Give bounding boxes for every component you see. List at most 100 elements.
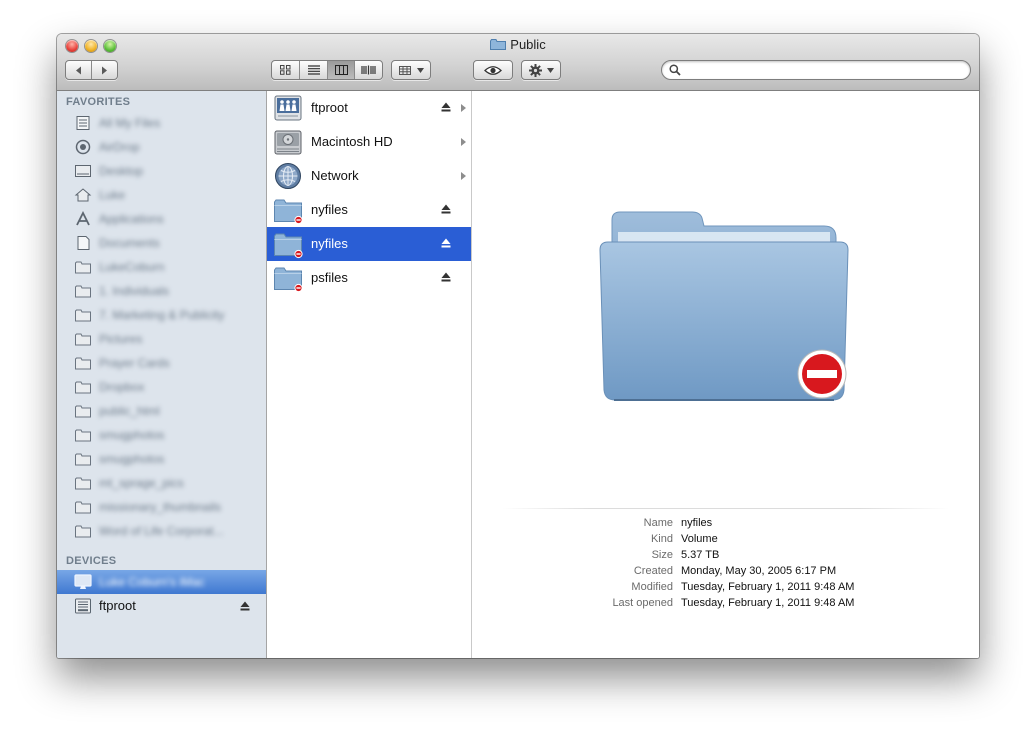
search-input[interactable] — [686, 63, 960, 79]
folder-icon — [75, 357, 91, 370]
sidebar-item-favorite[interactable]: Dropbox — [57, 375, 266, 399]
sidebar-item-favorite[interactable]: public_html — [57, 399, 266, 423]
eject-icon[interactable] — [441, 238, 451, 248]
icon-view-button[interactable] — [272, 61, 299, 79]
column-item-macintosh-hd[interactable]: Macintosh HD — [267, 125, 471, 159]
sidebar-item-favorite[interactable]: smugphotos — [57, 447, 266, 471]
folder-icon — [490, 39, 507, 50]
airdrop-icon — [75, 139, 91, 155]
sidebar-item-label: Documents — [99, 236, 160, 250]
sidebar-item-label: 1. Individuals — [99, 284, 170, 298]
column-item-network[interactable]: Network — [267, 159, 471, 193]
column-item-ftproot[interactable]: ftproot — [267, 91, 471, 125]
column-item-nyfiles-selected[interactable]: nyfiles — [267, 227, 471, 261]
column-item-label: Macintosh HD — [311, 134, 393, 149]
column-item-psfiles[interactable]: psfiles — [267, 261, 471, 295]
disclosure-arrow-icon — [461, 104, 466, 112]
sidebar-item-favorite[interactable]: Desktop — [57, 159, 266, 183]
info-row: Name nyfiles — [472, 517, 979, 533]
sidebar-item-label: Applications — [99, 212, 164, 226]
folder-icon — [75, 525, 91, 538]
chevron-down-icon — [546, 67, 554, 73]
window-title: Public — [57, 37, 979, 52]
back-button[interactable] — [66, 61, 91, 79]
column-item-label: nyfiles — [311, 202, 348, 217]
network-globe-icon — [275, 163, 301, 189]
restricted-folder-icon — [274, 233, 303, 259]
folder-icon — [75, 381, 91, 394]
sidebar-item-favorite[interactable]: 1. Individuals — [57, 279, 266, 303]
view-mode-control — [271, 60, 383, 80]
info-label: Created — [633, 565, 673, 577]
column-view-button[interactable] — [326, 61, 355, 79]
column-item-label: psfiles — [311, 270, 348, 285]
sidebar-item-label: AirDrop — [99, 140, 140, 154]
network-share-icon — [274, 95, 302, 121]
folder-icon — [75, 429, 91, 442]
sidebar-item-label: smugphotos — [99, 452, 165, 466]
info-value: Volume — [681, 533, 718, 545]
sidebar-item-favorite[interactable]: Documents — [57, 231, 266, 255]
column-item-nyfiles[interactable]: nyfiles — [267, 193, 471, 227]
sidebar-item-favorite[interactable]: AirDrop — [57, 135, 266, 159]
column-browser: ftproot Macintosh HD Network nyfiles nyf… — [267, 91, 472, 658]
sidebar-item-favorite[interactable]: mt_sprage_pics — [57, 471, 266, 495]
eject-icon[interactable] — [441, 272, 451, 282]
info-value: Tuesday, February 1, 2011 9:48 AM — [681, 581, 855, 593]
sidebar-item-favorite[interactable]: smugphotos — [57, 423, 266, 447]
disclosure-arrow-icon — [461, 172, 466, 180]
arrange-button[interactable] — [391, 60, 431, 80]
action-menu-button[interactable] — [521, 60, 561, 80]
info-label: Last opened — [612, 597, 673, 609]
chevron-down-icon — [416, 67, 424, 73]
eject-icon[interactable] — [240, 601, 250, 611]
chevron-left-icon — [76, 66, 82, 74]
quicklook-button[interactable] — [473, 60, 513, 80]
eject-icon[interactable] — [441, 102, 451, 112]
sidebar-item-favorite[interactable]: Word of Life Corporat... — [57, 519, 266, 543]
sidebar-item-favorite[interactable]: missionary_thumbnails — [57, 495, 266, 519]
sidebar-item-favorite[interactable]: 7. Marketing & Publicity — [57, 303, 266, 327]
coverflow-view-button[interactable] — [354, 61, 382, 79]
info-value: 5.37 TB — [681, 549, 720, 561]
sidebar-item-ftproot[interactable]: ftproot — [57, 594, 266, 618]
search-icon — [669, 64, 681, 76]
folder-icon — [75, 405, 91, 418]
list-view-icon — [307, 65, 320, 75]
sidebar-item-favorite[interactable]: All My Files — [57, 111, 266, 135]
sidebar-item-favorite[interactable]: Pictures — [57, 327, 266, 351]
sidebar-item-label: All My Files — [99, 116, 161, 130]
sidebar-item-label: Dropbox — [99, 380, 145, 394]
preview-divider — [502, 508, 949, 509]
sidebar-item-imac[interactable]: Luke Coburn's iMac — [57, 570, 266, 594]
column-item-label: ftproot — [311, 100, 348, 115]
sidebar-item-favorite[interactable]: LukeCoburn — [57, 255, 266, 279]
column-item-label: Network — [311, 168, 359, 183]
search-field[interactable] — [661, 60, 971, 80]
forward-button[interactable] — [91, 61, 117, 79]
sidebar-item-label: LukeCoburn — [99, 260, 165, 274]
folder-icon — [75, 333, 91, 346]
sidebar-item-favorite[interactable]: Applications — [57, 207, 266, 231]
info-label: Kind — [650, 533, 673, 545]
desktop-icon — [75, 165, 91, 177]
sidebar-item-favorite[interactable]: Prayer Cards — [57, 351, 266, 375]
sidebar-item-label: missionary_thumbnails — [99, 500, 222, 514]
sidebar-item-label: Luke — [99, 188, 126, 202]
window-title-text: Public — [510, 37, 546, 52]
list-view-button[interactable] — [299, 61, 327, 79]
sidebar-item-favorite[interactable]: Luke — [57, 183, 266, 207]
favorites-heading: FAVORITES — [66, 96, 131, 108]
sidebar-item-label: smugphotos — [99, 428, 165, 442]
coverflow-view-icon — [361, 65, 376, 75]
sidebar-item-label: Prayer Cards — [99, 356, 170, 370]
sidebar-item-label: 7. Marketing & Publicity — [99, 308, 225, 322]
eject-icon[interactable] — [441, 204, 451, 214]
applications-icon — [76, 211, 90, 226]
devices-heading: DEVICES — [66, 555, 117, 567]
info-row: Modified Tuesday, February 1, 2011 9:48 A… — [472, 581, 979, 597]
folder-icon — [75, 477, 91, 490]
sidebar-item-label: Word of Life Corporat... — [99, 524, 224, 538]
column-item-label: nyfiles — [311, 236, 348, 251]
disclosure-arrow-icon — [461, 138, 466, 146]
